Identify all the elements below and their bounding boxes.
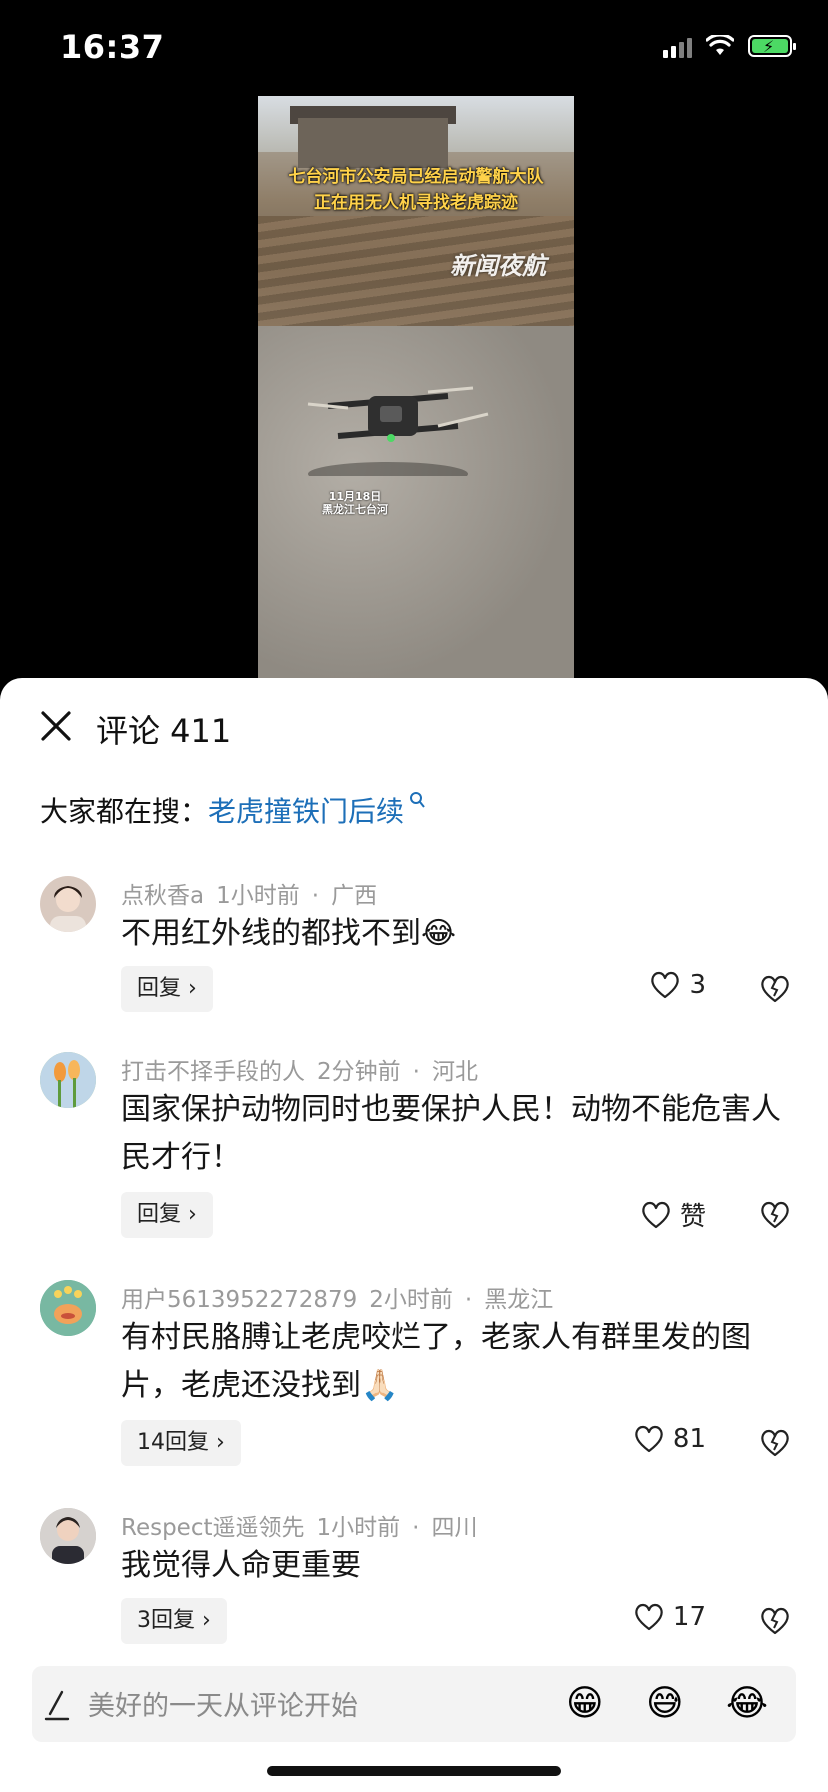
dislike-broken-heart-icon[interactable] xyxy=(758,972,792,1004)
like-count: 赞 xyxy=(679,1202,706,1232)
close-icon[interactable] xyxy=(38,708,74,744)
comment-location: 四川 xyxy=(431,1515,478,1541)
comment-sheet: 评论 411 大家都在搜：老虎撞铁门后续 点秋香a 1小时前 · 广西 不用红外线的都… xyxy=(0,678,828,1792)
status-time: 16:37 xyxy=(60,28,165,66)
reply-button[interactable]: 3回复 › xyxy=(121,1598,227,1644)
sweat-smile-emoji-button[interactable]: 😅 xyxy=(646,1680,684,1728)
dislike-broken-heart-icon[interactable] xyxy=(758,1426,792,1458)
comment-meta: 用户5613952272879 2小时前 · 黑龙江 xyxy=(121,1287,554,1313)
comment-text: 有村民胳膊让老虎咬烂了，老家人有群里发的图片，老虎还没找到🙏🏻 xyxy=(121,1320,751,1403)
comment-time: 1小时前 xyxy=(316,1515,401,1541)
heart-icon xyxy=(642,1201,670,1228)
comment-input-placeholder[interactable]: 美好的一天从评论开始 xyxy=(88,1684,358,1723)
wifi-icon xyxy=(706,35,734,55)
trending-search-link[interactable]: 老虎撞铁门后续 xyxy=(208,795,404,828)
like-button[interactable]: 17 xyxy=(633,1602,706,1632)
search-icon[interactable] xyxy=(408,790,426,810)
comment-location: 河北 xyxy=(431,1059,478,1085)
dislike-broken-heart-icon[interactable] xyxy=(758,1198,792,1230)
joy-emoji-button[interactable]: 😂 xyxy=(726,1680,768,1728)
reply-button[interactable]: 14回复 › xyxy=(121,1420,241,1466)
comment-text: 国家保护动物同时也要保护人民！动物不能危害人民才行！ xyxy=(121,1092,781,1175)
comment-text: 我觉得人命更重要 xyxy=(121,1548,361,1583)
battery-icon: ⚡ xyxy=(748,35,796,57)
avatar[interactable] xyxy=(40,1280,96,1336)
avatar[interactable] xyxy=(40,1508,96,1564)
like-button[interactable]: 3 xyxy=(649,970,706,1000)
heart-icon xyxy=(651,971,680,999)
comment-location: 广西 xyxy=(331,883,378,909)
trending-search: 大家都在搜：老虎撞铁门后续 xyxy=(40,790,426,830)
like-count: 17 xyxy=(672,1602,706,1632)
like-button[interactable]: 81 xyxy=(633,1424,706,1454)
cellular-signal-icon xyxy=(663,34,692,58)
avatar[interactable] xyxy=(40,1052,96,1108)
comment-username[interactable]: 点秋香a xyxy=(121,883,204,909)
video-player[interactable]: 七台河市公安局已经启动警航大队 正在用无人机寻找老虎踪迹 新闻夜航 11月18日… xyxy=(258,96,574,678)
comment-username[interactable]: 用户5613952272879 xyxy=(121,1287,357,1313)
comment-time: 2小时前 xyxy=(369,1287,453,1313)
video-date-label: 11月18日 黑龙江七台河 xyxy=(322,490,388,516)
comment-count-title: 评论 411 xyxy=(96,712,232,750)
comment-time: 1小时前 xyxy=(216,883,300,909)
avatar[interactable] xyxy=(40,876,96,932)
comment-input-bar[interactable]: 美好的一天从评论开始 😁 😅 😂 xyxy=(32,1666,796,1742)
comment-meta: Respect遥遥领先 1小时前 · 四川 xyxy=(121,1515,478,1541)
status-icons: ⚡ xyxy=(663,34,796,58)
trending-prefix: 大家都在搜： xyxy=(40,795,209,828)
comment-location: 黑龙江 xyxy=(484,1287,554,1313)
dislike-broken-heart-icon[interactable] xyxy=(758,1604,792,1636)
comment-meta: 点秋香a 1小时前 · 广西 xyxy=(121,883,378,909)
reply-button[interactable]: 回复 › xyxy=(121,966,213,1012)
like-count: 81 xyxy=(672,1424,706,1454)
video-caption-line2: 正在用无人机寻找老虎踪迹 xyxy=(314,193,518,213)
pen-icon xyxy=(44,1690,70,1721)
comment-username[interactable]: 打击不择手段的人 xyxy=(121,1059,305,1085)
like-button[interactable]: 赞 xyxy=(640,1196,706,1233)
comment-text: 不用红外线的都找不到😂 xyxy=(121,916,457,951)
home-indicator[interactable] xyxy=(267,1766,561,1776)
heart-icon xyxy=(635,1425,663,1453)
video-watermark: 新闻夜航 xyxy=(450,252,546,280)
reply-button[interactable]: 回复 › xyxy=(121,1192,213,1238)
comment-meta: 打击不择手段的人 2分钟前 · 河北 xyxy=(121,1059,478,1085)
heart-icon xyxy=(635,1603,663,1631)
like-count: 3 xyxy=(689,970,706,1000)
video-caption-line1: 七台河市公安局已经启动警航大队 xyxy=(288,167,544,187)
grin-emoji-button[interactable]: 😁 xyxy=(566,1680,604,1728)
comment-time: 2分钟前 xyxy=(317,1059,401,1085)
status-bar: 16:37 ⚡ xyxy=(0,0,828,96)
comment-username[interactable]: Respect遥遥领先 xyxy=(121,1515,305,1541)
drone-image xyxy=(307,386,489,476)
